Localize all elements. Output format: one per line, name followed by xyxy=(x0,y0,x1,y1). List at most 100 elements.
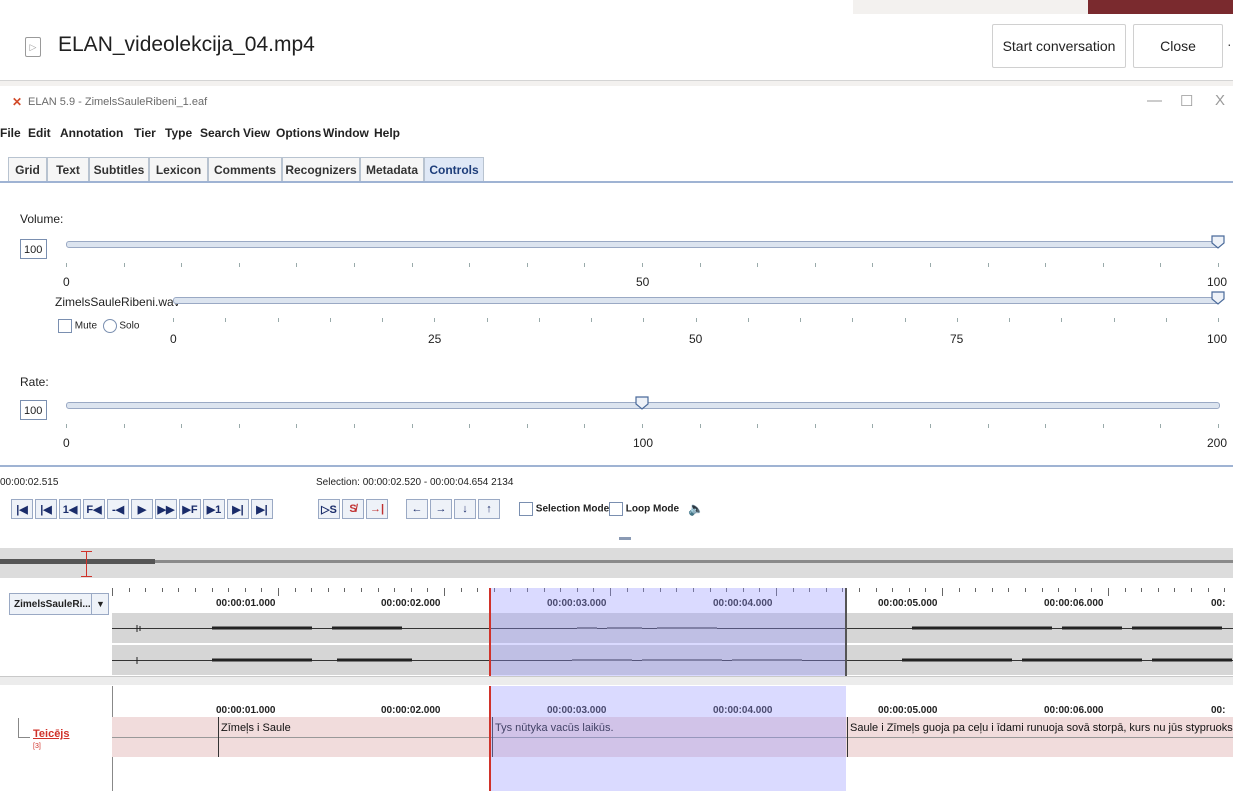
menu-tier[interactable]: Tier xyxy=(134,126,156,140)
selection-boundary-button[interactable]: →| xyxy=(366,499,388,519)
next-scroll-button[interactable]: ▶| xyxy=(227,499,249,519)
tier-up-button[interactable]: ↑ xyxy=(478,499,500,519)
previous-pixel-button[interactable]: -◀ xyxy=(107,499,129,519)
annotation-boundary xyxy=(218,717,219,757)
next-annotation-button[interactable]: → xyxy=(430,499,452,519)
tier-name[interactable]: Teicējs xyxy=(33,728,70,740)
ruler-tick xyxy=(477,588,479,592)
ruler-tick xyxy=(377,588,379,592)
ruler-tick xyxy=(1207,588,1209,592)
ruler-tick xyxy=(195,588,196,592)
rate-ticks xyxy=(66,424,1219,430)
tab-grid[interactable]: Grid xyxy=(8,157,47,181)
menu-file[interactable]: File xyxy=(0,126,21,140)
minimize-button[interactable]: — xyxy=(1147,92,1162,109)
slider-tick xyxy=(278,318,279,322)
menu-view[interactable]: View xyxy=(243,126,270,140)
tab-controls[interactable]: Controls xyxy=(424,157,484,181)
clear-selection-button[interactable]: S̸ xyxy=(342,499,364,519)
overview-cursor xyxy=(86,551,87,577)
close-button[interactable]: Close xyxy=(1133,24,1223,68)
go-to-begin-button[interactable]: |◀ xyxy=(11,499,33,519)
ruler-tick xyxy=(892,588,894,592)
next-second-button[interactable]: ▶1 xyxy=(203,499,225,519)
menu-window[interactable]: Window xyxy=(323,126,369,140)
anno-time-2: 00:00:02.000 xyxy=(381,705,441,716)
volume-value[interactable]: 100 xyxy=(20,239,47,259)
slider-tick xyxy=(852,318,853,322)
slider-tick xyxy=(1061,318,1062,322)
track-volume-slider-thumb[interactable] xyxy=(1211,291,1225,305)
ruler-tick xyxy=(361,588,362,592)
maximize-button[interactable]: ☐ xyxy=(1180,92,1193,110)
ruler-tick xyxy=(278,588,279,596)
tab-comments[interactable]: Comments xyxy=(208,157,282,181)
rate-value[interactable]: 100 xyxy=(20,400,47,420)
slider-tick xyxy=(412,424,413,428)
ruler-tick xyxy=(112,588,113,596)
tab-recognizers[interactable]: Recognizers xyxy=(282,157,360,181)
previous-frame-button[interactable]: F◀ xyxy=(83,499,105,519)
anno-time-7: 00: xyxy=(1211,705,1226,716)
window-close-button[interactable]: X xyxy=(1215,92,1225,109)
menu-help[interactable]: Help xyxy=(374,126,400,140)
loop-mode-option: Loop Mode xyxy=(609,502,679,516)
tab-metadata[interactable]: Metadata xyxy=(360,157,424,181)
menu-edit[interactable]: Edit xyxy=(28,126,51,140)
next-frame-button[interactable]: ▶F xyxy=(179,499,201,519)
tab-subtitles[interactable]: Subtitles xyxy=(89,157,149,181)
slider-tick xyxy=(354,263,355,267)
slider-tick xyxy=(1045,263,1046,267)
solo-radio[interactable] xyxy=(102,319,117,333)
mute-checkbox[interactable] xyxy=(58,319,72,333)
slider-tick xyxy=(124,424,125,428)
previous-annotation-button[interactable]: ← xyxy=(406,499,428,519)
elan-logo-icon: ✕ xyxy=(12,95,23,109)
loop-mode-checkbox[interactable] xyxy=(609,502,623,516)
slider-tick xyxy=(124,263,125,267)
annotation-boundary xyxy=(847,717,848,757)
go-to-end-button[interactable]: ▶| xyxy=(251,499,273,519)
tab-text[interactable]: Text xyxy=(47,157,89,181)
track-scale-75: 75 xyxy=(950,332,964,346)
slider-tick xyxy=(1103,263,1104,267)
menu-search[interactable]: Search xyxy=(200,126,240,140)
previous-scroll-button[interactable]: |◀ xyxy=(35,499,57,519)
slider-tick xyxy=(66,263,67,267)
slider-tick xyxy=(1009,318,1010,322)
tier-tree-line xyxy=(18,718,19,738)
wave-time-2: 00:00:02.000 xyxy=(381,598,441,609)
selection-mode-checkbox[interactable] xyxy=(519,502,533,516)
play-selection-button[interactable]: ▷S xyxy=(318,499,340,519)
menu-options[interactable]: Options xyxy=(276,126,321,140)
ruler-tick xyxy=(228,588,230,592)
ruler-tick xyxy=(145,588,147,592)
annotation-1[interactable]: Zīmeļs i Saule xyxy=(221,722,291,734)
menu-annotation[interactable]: Annotation xyxy=(60,126,123,140)
speaker-icon[interactable]: 🔈 xyxy=(688,501,704,517)
loop-mode-label: Loop Mode xyxy=(625,503,680,515)
next-pixel-button[interactable]: ▶▶ xyxy=(155,499,177,519)
menu-type[interactable]: Type xyxy=(165,126,192,140)
splitter-handle[interactable] xyxy=(619,537,631,540)
viewer-splitter[interactable] xyxy=(0,676,1233,685)
track-volume-ticks xyxy=(173,318,1219,324)
rate-slider-thumb[interactable] xyxy=(635,396,649,410)
track-volume-slider[interactable] xyxy=(173,297,1220,304)
ruler-tick xyxy=(875,588,877,592)
ruler-tick xyxy=(128,588,130,592)
start-conversation-button[interactable]: Start conversation xyxy=(992,24,1126,68)
volume-slider-thumb[interactable] xyxy=(1211,235,1225,249)
chevron-down-icon[interactable]: ▼ xyxy=(91,594,109,614)
play-file-icon: ▷ xyxy=(25,37,41,57)
annotation-3[interactable]: Saule i Zīmeļs guoja pa ceļu i īdami run… xyxy=(850,722,1233,734)
tab-lexicon[interactable]: Lexicon xyxy=(149,157,208,181)
tier-down-button[interactable]: ↓ xyxy=(454,499,476,519)
more-options-icon[interactable]: · xyxy=(1227,36,1232,52)
volume-slider[interactable] xyxy=(66,241,1220,248)
slider-tick xyxy=(872,424,873,428)
play-button[interactable]: ▶ xyxy=(131,499,153,519)
slider-tick xyxy=(591,318,592,322)
timeline-overview[interactable] xyxy=(0,548,1233,578)
previous-second-button[interactable]: 1◀ xyxy=(59,499,81,519)
